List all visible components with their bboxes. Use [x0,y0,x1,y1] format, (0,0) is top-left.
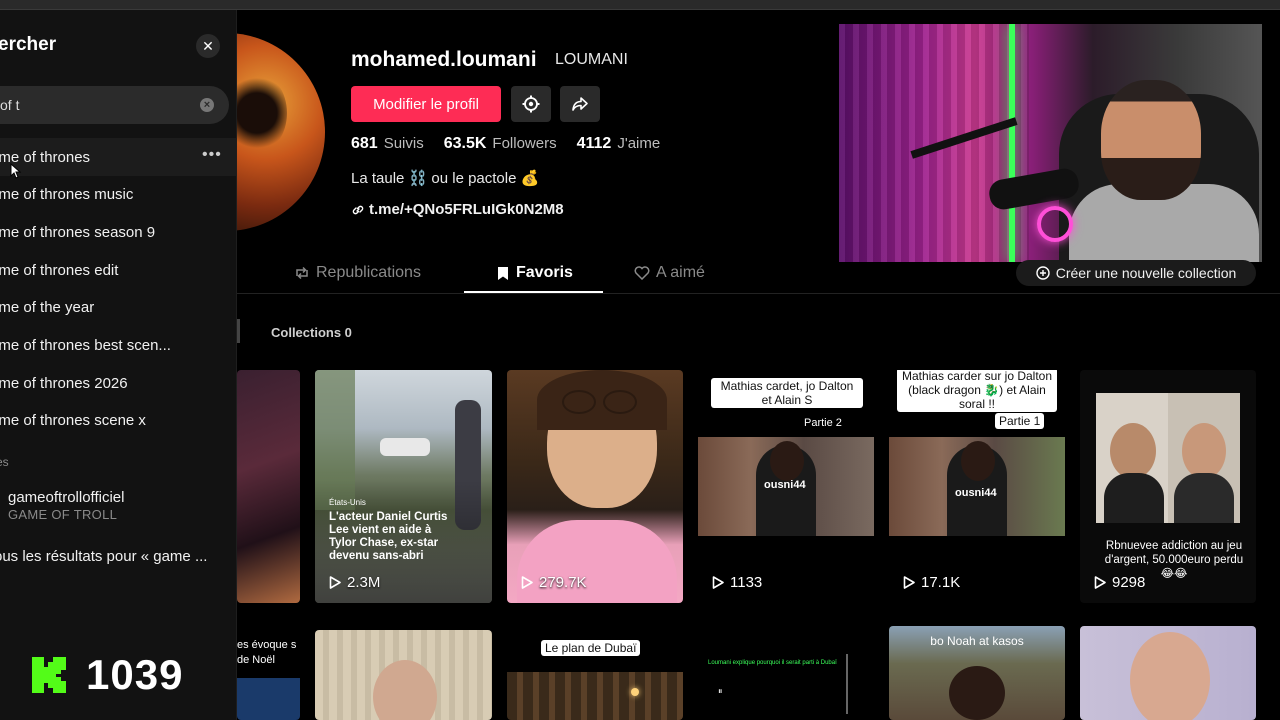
view-all-results-link[interactable]: ous les résultats pour « game ... [0,548,207,565]
link-icon [352,205,364,214]
video-caption: bo Noah at kasos [930,634,1024,648]
edit-profile-button[interactable]: Modifier le profil [351,86,501,122]
profile-bio: La taule ⛓️ ou le pactole 💰 [351,170,540,187]
tab-republications[interactable]: Republications [294,264,421,282]
profile-username: mohamed.loumani [351,48,537,71]
repost-icon [296,266,308,280]
create-collection-button[interactable]: Créer une nouvelle collection [1016,260,1256,286]
video-caption: Mathias cardet, jo Dalton et Alain S [711,378,863,408]
video-card[interactable]: Mathias cardet, jo Dalton et Alain S Par… [698,370,874,603]
viewer-counter: 1039 [86,651,184,698]
search-suggestion[interactable]: ame of thrones best scen... [0,326,236,364]
search-suggestion[interactable]: ame of thrones 2026 [0,364,236,402]
kick-logo-icon [32,657,66,693]
video-card[interactable]: Loumani explique pourquoi il serait part… [698,630,848,720]
play-icon [1094,576,1106,589]
play-icon [521,576,533,589]
search-panel-title: ercher [0,34,57,55]
profile-avatar[interactable] [237,33,325,231]
suggestion-label: ame of thrones scene x [0,411,146,429]
share-profile-button[interactable] [560,86,600,122]
window-top-strip [0,0,1280,10]
play-icon [329,576,341,589]
accounts-section-label: es [0,455,9,469]
stat-followers[interactable]: 63.5K Followers [444,135,557,153]
suggestion-label: ame of thrones edit [0,261,119,279]
profile-link[interactable]: t.me/+QNo5FRLuIGk0N2M8 [351,201,564,218]
clear-search-icon[interactable]: × [200,98,214,112]
video-views: 1133 [712,574,762,591]
streamer-webcam-overlay [839,24,1262,262]
video-card[interactable]: Rbnuevee addiction au jeu d'argent, 50.0… [1080,370,1256,603]
video-part-label: Partie 2 [804,417,842,429]
gear-icon [522,95,540,113]
video-card[interactable] [237,370,300,603]
video-card[interactable]: 279.7K [507,370,683,603]
search-suggestion[interactable]: ame of thrones scene x [0,401,236,439]
share-icon [572,97,588,111]
video-caption: L'acteur Daniel Curtis Lee vient en aide… [329,511,448,562]
search-panel: ercher ✕ of t × ame of thrones ••• ame o… [0,10,237,720]
account-result-username[interactable]: gameoftrollofficiel [8,489,124,506]
video-card[interactable]: États-Unis L'acteur Daniel Curtis Lee vi… [315,370,492,603]
video-part-label: Partie 1 [995,413,1045,429]
bookmark-icon [498,266,508,280]
video-card[interactable]: bo Noah at kasos [889,626,1065,720]
tabs-divider [237,293,1280,294]
suggestion-label: ame of thrones season 9 [0,223,156,241]
play-icon [712,576,724,589]
video-views: 2.3M [329,574,380,591]
suggestion-label: ame of thrones best scen... [0,336,171,354]
close-search-button[interactable]: ✕ [196,34,220,58]
video-caption-tag: États-Unis [329,498,366,507]
search-suggestion[interactable]: ame of thrones ••• [0,138,236,176]
profile-link-text: t.me/+QNo5FRLuIGk0N2M8 [369,201,564,218]
video-caption: es évoque s de Noël [237,639,297,666]
suggestion-label: ame of thrones music [0,185,134,203]
tab-liked[interactable]: A aimé [634,264,705,282]
video-caption: Loumani explique pourquoi il serait part… [708,660,837,666]
stat-following[interactable]: 681 Suivis [351,135,424,153]
tab-favoris[interactable]: Favoris [496,264,573,282]
video-views: 17.1K [903,574,960,591]
video-overlay-text: ousni44 [764,479,806,491]
video-views: 9298 [1094,574,1145,591]
video-caption: Mathias carder sur jo Dalton (black drag… [897,370,1057,412]
video-overlay-text: ousni44 [955,487,997,499]
video-card[interactable] [1080,626,1256,720]
profile-nickname: LOUMANI [555,51,628,68]
profile-stats: 681 Suivis 63.5K Followers 4112 J'aime [351,135,660,153]
video-card[interactable] [315,630,492,720]
search-suggestion[interactable]: ame of thrones music [0,175,236,213]
filter-pill-partial[interactable] [237,319,240,343]
video-card[interactable]: Le plan de Dubaï [507,630,683,720]
video-card[interactable]: es évoque s de Noël [237,630,300,720]
collections-filter[interactable]: Collections 0 [271,325,352,340]
pause-icon: ⏸ [718,686,723,696]
search-suggestion[interactable]: ame of the year [0,288,236,326]
suggestion-label: ame of the year [0,298,95,316]
heart-icon [634,266,650,280]
account-result-name: GAME OF TROLL [8,507,118,522]
search-suggestion[interactable]: ame of thrones season 9 [0,213,236,251]
mouse-cursor-icon [10,163,22,179]
more-options-icon[interactable]: ••• [202,146,222,164]
search-input-value: of t [0,97,20,113]
video-caption: Le plan de Dubaï [541,640,641,656]
suggestion-label: ame of thrones 2026 [0,374,128,392]
video-views: 279.7K [521,574,587,591]
search-suggestion[interactable]: ame of thrones edit [0,251,236,289]
close-icon: ✕ [202,37,214,54]
video-card[interactable]: Mathias carder sur jo Dalton (black drag… [889,370,1065,603]
stat-likes: 4112 J'aime [576,135,661,152]
settings-button[interactable] [511,86,551,122]
play-icon [903,576,915,589]
plus-circle-icon [1036,266,1050,280]
search-input[interactable]: of t × [0,86,229,124]
